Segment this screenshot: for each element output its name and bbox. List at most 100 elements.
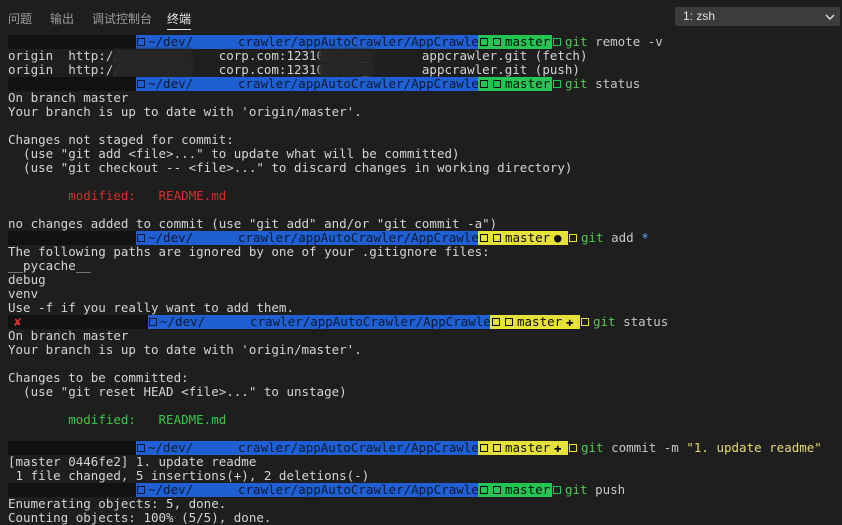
branch-icon bbox=[493, 38, 501, 46]
branch-separator-icon bbox=[492, 318, 500, 326]
prompt-command: git push bbox=[565, 483, 625, 497]
prompt-path-prefix: ~/dev/ bbox=[148, 482, 194, 497]
branch-separator-icon bbox=[480, 234, 488, 242]
output-line: (use "git add <file>..." to update what … bbox=[8, 146, 460, 161]
prompt-branch-segment: master bbox=[478, 483, 552, 497]
tab-problems[interactable]: 问题 bbox=[8, 10, 32, 27]
prompt-separator-icon bbox=[137, 486, 145, 494]
prompt-path-prefix: ~/dev/ bbox=[148, 230, 194, 245]
tab-output[interactable]: 输出 bbox=[50, 10, 74, 27]
prompt-user-segment bbox=[8, 231, 136, 245]
output-line: origin http:// corp.com:12310/data_ appc… bbox=[8, 62, 580, 77]
dirty-indicator-icon: ● bbox=[554, 230, 562, 245]
error-icon: ✘ bbox=[14, 314, 22, 329]
prompt-user-segment bbox=[8, 441, 136, 455]
command-git: git bbox=[581, 440, 604, 455]
output-line: Changes to be committed: bbox=[8, 370, 189, 385]
prompt-branch-name: master bbox=[505, 230, 551, 245]
output-line: __pycache__ bbox=[8, 258, 91, 273]
prompt-separator-icon bbox=[137, 444, 145, 452]
prompt-path-segment: ~/dev/crawler/appAutoCrawler/AppCrawler bbox=[136, 482, 486, 497]
redacted-region bbox=[319, 63, 375, 77]
command-args: commit -m bbox=[603, 440, 687, 455]
output-line: Changes not staged for commit: bbox=[8, 132, 234, 147]
output-line: origin http:// corp.com:12310/data_ appc… bbox=[8, 48, 588, 63]
prompt-line: ~/dev/crawler/appAutoCrawler/AppCrawler m… bbox=[0, 35, 842, 49]
command-git: git bbox=[593, 314, 616, 329]
chevron-down-icon bbox=[825, 14, 835, 20]
output-line: Enumerating objects: 5, done. bbox=[8, 496, 227, 511]
command-message: "1. update readme" bbox=[686, 440, 822, 455]
prompt-line: ~/dev/crawler/appAutoCrawler/AppCrawler m… bbox=[0, 441, 842, 455]
prompt-command: git commit -m "1. update readme" bbox=[581, 441, 822, 455]
branch-separator-icon bbox=[480, 444, 488, 452]
prompt-line: ~/dev/crawler/appAutoCrawler/AppCrawler m… bbox=[0, 77, 842, 91]
output-line: (use "git checkout -- <file>..." to disc… bbox=[8, 160, 573, 175]
redacted-region bbox=[113, 49, 193, 63]
prompt-branch-segment: master bbox=[478, 77, 552, 91]
output-line: The following paths are ignored by one o… bbox=[8, 244, 490, 259]
output-line: Your branch is up to date with 'origin/m… bbox=[8, 104, 362, 119]
tab-debug-console[interactable]: 调试控制台 bbox=[92, 10, 152, 27]
terminal-select[interactable]: 1: zsh bbox=[675, 7, 840, 26]
prompt-branch-name: master bbox=[505, 76, 551, 91]
prompt-path-prefix: ~/dev/ bbox=[148, 34, 194, 49]
output-line: modified: README.md bbox=[8, 413, 226, 427]
branch-separator-icon bbox=[480, 80, 488, 88]
tab-terminal[interactable]: 终端 bbox=[167, 10, 192, 30]
prompt-separator-icon bbox=[137, 234, 145, 242]
prompt-line: ✘ ~/dev/crawler/appAutoCrawler/AppCrawler… bbox=[0, 315, 842, 329]
prompt-path-suffix: crawler/appAutoCrawler/AppCrawler bbox=[250, 314, 499, 329]
prompt-branch-segment: master ✚ bbox=[478, 441, 568, 455]
terminal-output[interactable]: ~/dev/crawler/appAutoCrawler/AppCrawler m… bbox=[0, 33, 842, 525]
prompt-path-segment: ~/dev/crawler/appAutoCrawler/AppCrawler bbox=[148, 315, 498, 329]
prompt-path-prefix: ~/dev/ bbox=[148, 76, 194, 91]
redacted-region bbox=[319, 49, 375, 63]
output-line: [master 0446fe2] 1. update readme bbox=[8, 454, 257, 469]
prompt-branch-name: master bbox=[505, 34, 551, 49]
prompt-branch-name: master bbox=[505, 482, 551, 497]
output-line: 1 file changed, 5 insertions(+), 2 delet… bbox=[8, 468, 370, 483]
prompt-branch-segment: master ● bbox=[478, 231, 568, 245]
output-line: Use -f if you really want to add them. bbox=[8, 300, 294, 315]
prompt-line: ~/dev/crawler/appAutoCrawler/AppCrawler m… bbox=[0, 483, 842, 497]
prompt-path-segment: ~/dev/crawler/appAutoCrawler/AppCrawler bbox=[136, 34, 486, 49]
command-glob: * bbox=[641, 230, 649, 245]
modified-file: modified: README.md bbox=[68, 412, 227, 427]
output-line: modified: README.md bbox=[8, 189, 226, 203]
prompt-path-suffix: crawler/appAutoCrawler/AppCrawler bbox=[238, 34, 487, 49]
prompt-path-suffix: crawler/appAutoCrawler/AppCrawler bbox=[238, 482, 487, 497]
prompt-user-segment: ✘ bbox=[8, 315, 148, 329]
terminal-select-label: 1: zsh bbox=[683, 9, 716, 23]
prompt-end-icon bbox=[569, 444, 577, 452]
prompt-path-segment: ~/dev/crawler/appAutoCrawler/AppCrawler bbox=[136, 441, 486, 455]
output-line: (use "git reset HEAD <file>..." to unsta… bbox=[8, 384, 347, 399]
panel-tabbar: 问题 输出 调试控制台 终端 1: zsh bbox=[0, 0, 842, 33]
prompt-end-icon bbox=[569, 234, 577, 242]
prompt-path-suffix: crawler/appAutoCrawler/AppCrawler bbox=[238, 230, 487, 245]
prompt-user-segment bbox=[8, 77, 136, 91]
prompt-branch-name: master bbox=[505, 440, 551, 455]
branch-separator-icon bbox=[480, 486, 488, 494]
command-args: push bbox=[587, 482, 626, 497]
modified-file: modified: README.md bbox=[68, 188, 227, 203]
prompt-line: ~/dev/crawler/appAutoCrawler/AppCrawler m… bbox=[0, 231, 842, 245]
prompt-separator-icon bbox=[149, 318, 157, 326]
prompt-branch-segment: master ✚ bbox=[490, 315, 580, 329]
prompt-branch-name: master bbox=[517, 314, 563, 329]
command-git: git bbox=[565, 482, 588, 497]
command-git: git bbox=[565, 34, 588, 49]
prompt-path-segment: ~/dev/crawler/appAutoCrawler/AppCrawler bbox=[136, 76, 486, 91]
command-args: add bbox=[603, 230, 642, 245]
output-line: debug bbox=[8, 272, 46, 287]
branch-icon bbox=[493, 486, 501, 494]
prompt-branch-segment: master bbox=[478, 35, 552, 49]
redacted-region bbox=[113, 63, 193, 77]
branch-icon bbox=[493, 80, 501, 88]
command-git: git bbox=[581, 230, 604, 245]
branch-icon bbox=[493, 234, 501, 242]
prompt-command: git remote -v bbox=[565, 35, 663, 49]
command-args: status bbox=[587, 76, 641, 91]
staged-indicator-icon: ✚ bbox=[566, 314, 574, 329]
prompt-separator-icon bbox=[137, 38, 145, 46]
